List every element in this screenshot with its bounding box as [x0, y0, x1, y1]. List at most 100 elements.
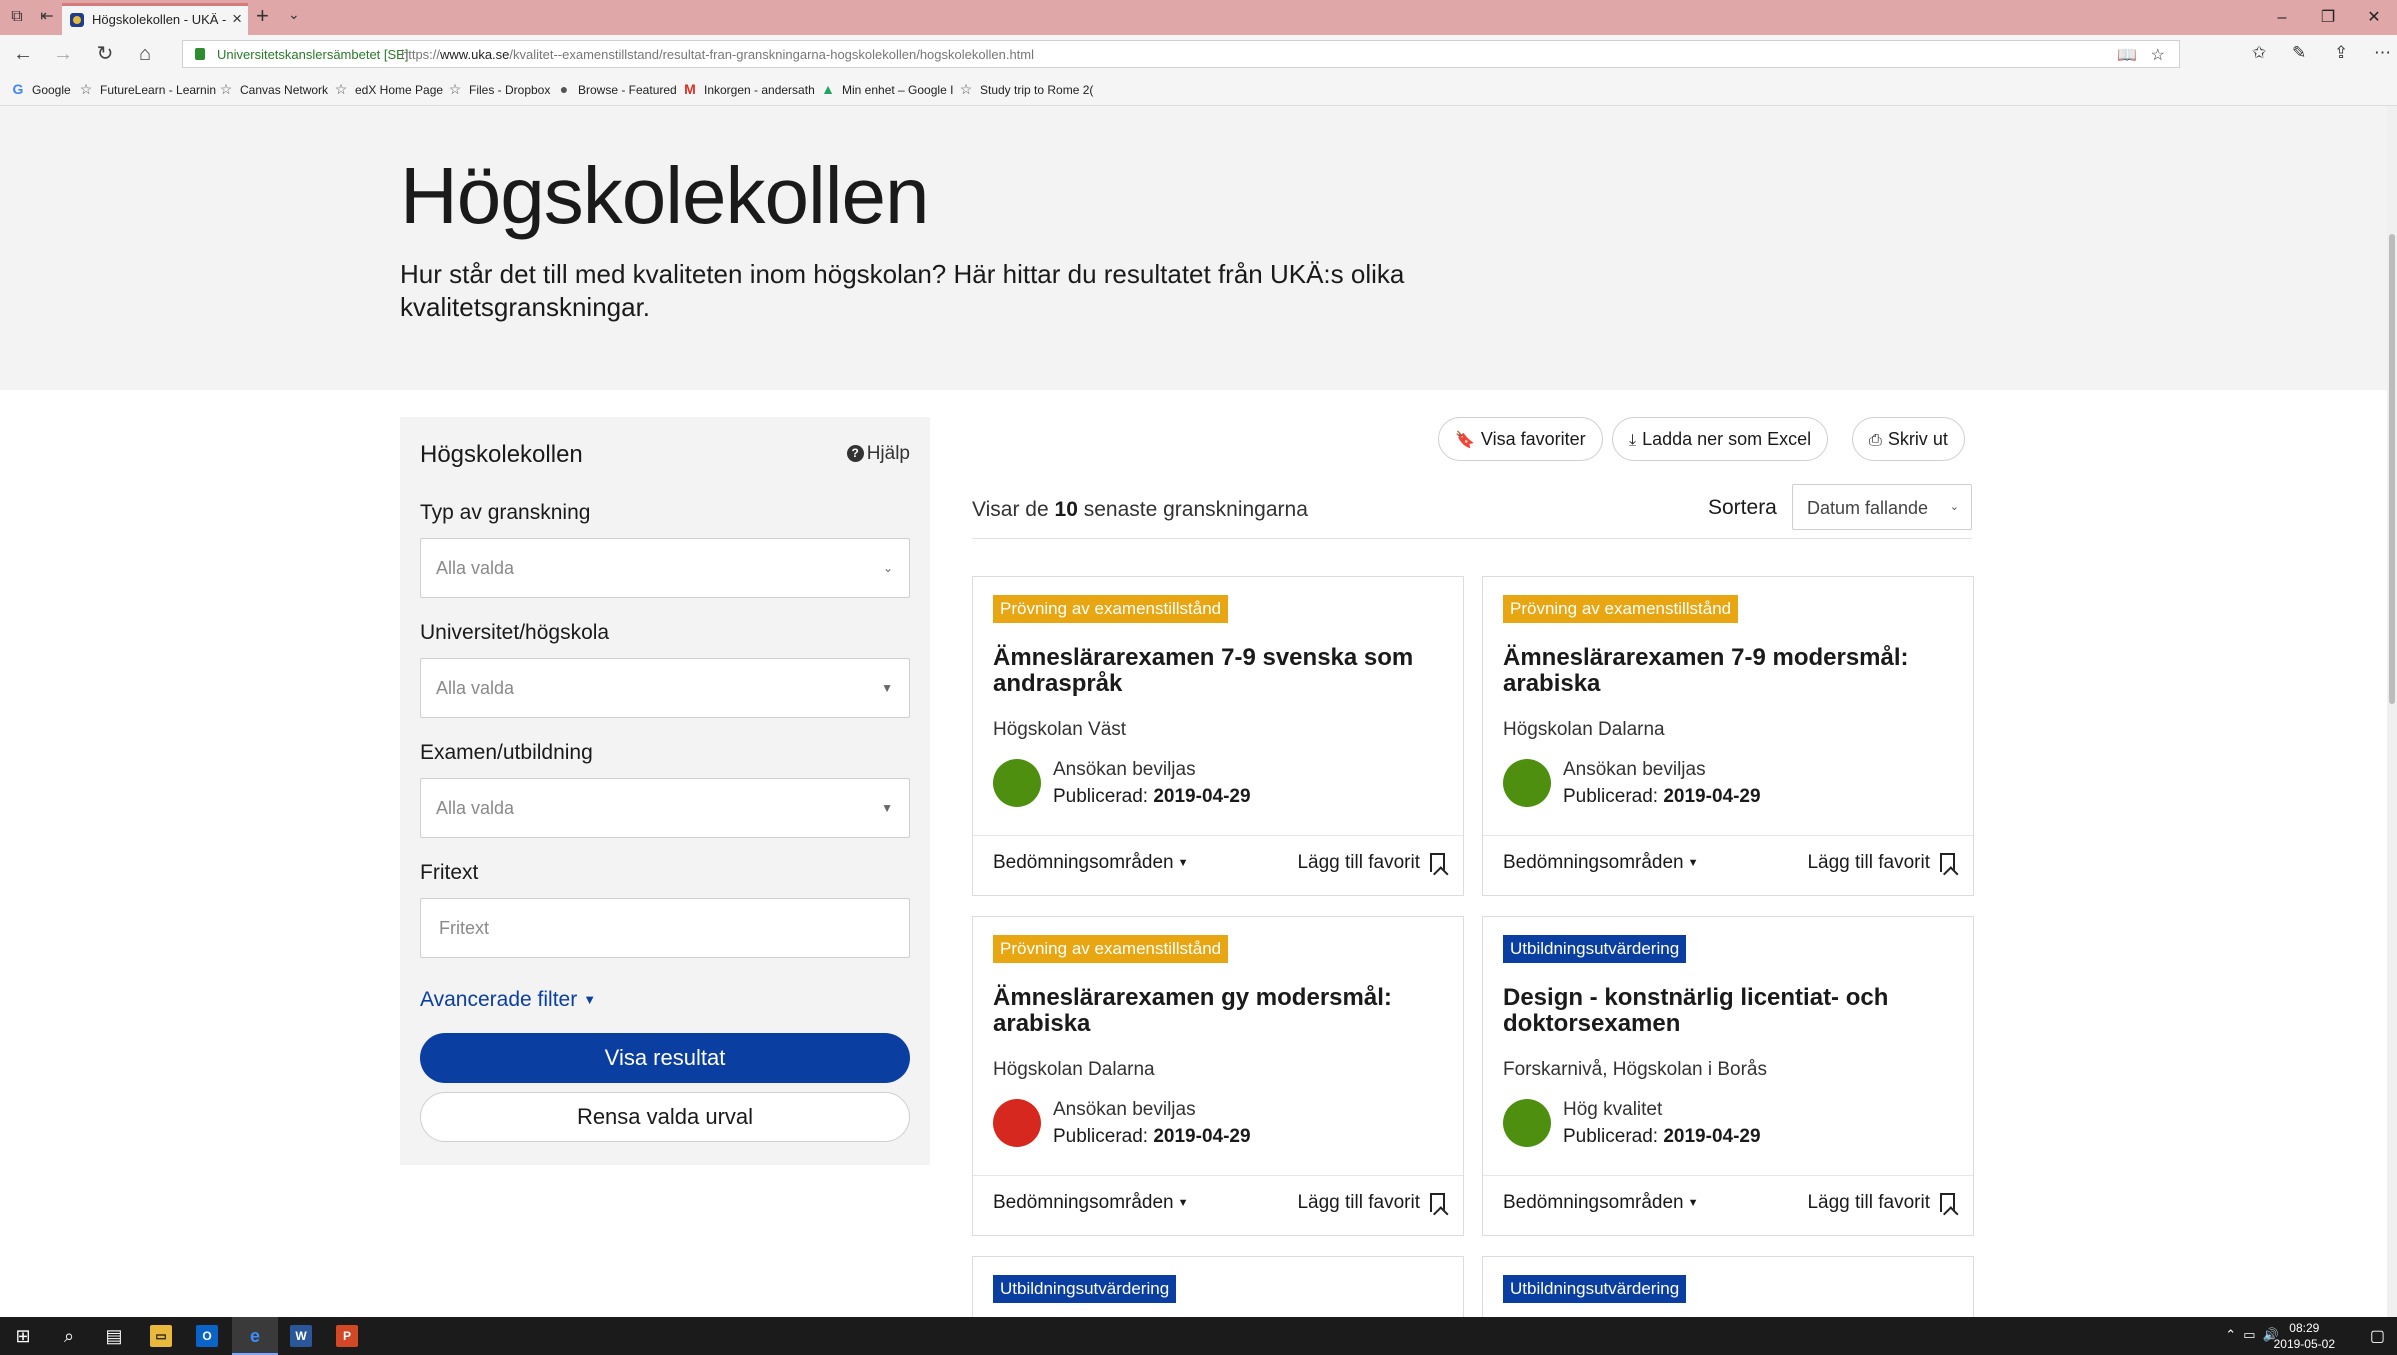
status-indicator	[993, 759, 1041, 807]
task-view-icon[interactable]: ▤	[103, 1325, 125, 1347]
show-favorites-button[interactable]: 🔖 Visa favoriter	[1438, 417, 1603, 461]
assessment-areas-toggle[interactable]: Bedömningsområden ▼	[993, 1192, 1189, 1214]
google-drive-icon: ▲	[821, 81, 835, 97]
outlook-icon[interactable]: O	[196, 1325, 218, 1347]
favorite-link[interactable]: ● Browse - Featured	[556, 81, 677, 97]
system-tray[interactable]: ⌃ ▭ 🔊	[2225, 1327, 2279, 1343]
favorite-link[interactable]: ☆ FutureLearn - Learnin	[78, 81, 216, 98]
star-icon: ☆	[334, 81, 348, 97]
card-title[interactable]: Ämneslärarexamen 7-9 svenska som andrasp…	[993, 645, 1443, 697]
refresh-icon[interactable]: ↻	[92, 41, 118, 67]
assessment-areas-toggle[interactable]: Bedömningsområden ▼	[1503, 1192, 1699, 1214]
certificate-label: Universitetskanslersämbetet [SE]	[217, 47, 409, 62]
caret-down-icon: ▼	[1177, 1197, 1189, 1209]
close-tab-icon[interactable]: ×	[232, 9, 242, 29]
degree-select[interactable]: Alla valda ▼	[420, 778, 910, 838]
bookmark-outline-icon	[1430, 1193, 1445, 1212]
card-institution: Högskolan Dalarna	[993, 1059, 1155, 1080]
forward-icon[interactable]: →	[50, 41, 76, 67]
search-icon[interactable]: ⌕	[58, 1325, 80, 1347]
favorite-link[interactable]: ☆ edX Home Page	[333, 81, 443, 98]
browser-tab-active[interactable]: Högskolekollen - UKÄ - ×	[62, 3, 248, 35]
help-link[interactable]: ? Hjälp	[846, 443, 910, 465]
assessment-areas-toggle[interactable]: Bedömningsområden ▼	[993, 852, 1189, 874]
freetext-input[interactable]	[420, 898, 910, 958]
university-select[interactable]: Alla valda ▼	[420, 658, 910, 718]
windows-taskbar: ⊞ ⌕ ▤ ▭ O e W P ⌃ ▭ 🔊 08:29 2019-05-02 ▢	[0, 1317, 2397, 1355]
close-window-icon[interactable]: ✕	[2351, 0, 2397, 35]
assessment-areas-toggle[interactable]: Bedömningsområden ▼	[1503, 852, 1699, 874]
show-results-button[interactable]: Visa resultat	[420, 1033, 910, 1083]
hero-section: Högskolekollen Hur står det till med kva…	[0, 106, 2387, 390]
home-icon[interactable]: ⌂	[132, 41, 158, 67]
address-bar[interactable]: Universitetskanslersämbetet [SE] https:/…	[182, 40, 2180, 68]
card-title[interactable]: Ämneslärarexamen 7-9 modersmål: arabiska	[1503, 645, 1953, 697]
page-scrollbar[interactable]	[2387, 106, 2397, 1317]
favorite-link[interactable]: ☆ Study trip to Rome 2(	[958, 81, 1094, 98]
result-card[interactable]: Utbildningsutvärdering Design - konstnär…	[1482, 916, 1974, 1236]
share-icon[interactable]: ⇪	[2334, 43, 2348, 63]
result-card[interactable]: Prövning av examenstillstånd Ämneslärare…	[1482, 576, 1974, 896]
scrollbar-thumb[interactable]	[2389, 234, 2395, 704]
lock-icon	[195, 48, 205, 60]
favorite-link[interactable]: ▲ Min enhet – Google I	[820, 81, 953, 97]
add-favorite-button[interactable]: Lägg till favorit	[1297, 1192, 1445, 1214]
card-title[interactable]: Design - konstnärlig licentiat- och dokt…	[1503, 985, 1953, 1037]
favorite-star-icon[interactable]: ☆	[2151, 45, 2165, 65]
review-type-badge: Prövning av examenstillstånd	[993, 595, 1229, 623]
tab-actions-icon[interactable]: ⧉	[4, 5, 30, 29]
card-divider	[973, 835, 1463, 836]
add-favorite-button[interactable]: Lägg till favorit	[1807, 1192, 1955, 1214]
filter-label-freetext: Fritext	[420, 861, 479, 884]
notes-pen-icon[interactable]: ✎	[2292, 43, 2306, 63]
notifications-icon[interactable]: ▢	[2370, 1326, 2385, 1346]
advanced-filter-toggle[interactable]: Avancerade filter ▼	[420, 988, 596, 1012]
sort-select[interactable]: Datum fallande ⌄	[1792, 484, 1972, 530]
review-type-select[interactable]: Alla valda ⌄	[420, 538, 910, 598]
windows-start-icon[interactable]: ⊞	[12, 1325, 34, 1347]
add-favorite-button[interactable]: Lägg till favorit	[1807, 852, 1955, 874]
card-published: Publicerad: 2019-04-29	[1053, 1126, 1251, 1147]
download-excel-button[interactable]: ⤓ Ladda ner som Excel	[1612, 417, 1829, 461]
question-icon: ?	[846, 445, 864, 462]
reading-view-icon[interactable]: 📖	[2117, 45, 2137, 65]
result-card[interactable]: Prövning av examenstillstånd Ämneslärare…	[972, 916, 1464, 1236]
page-title: Högskolekollen	[400, 151, 930, 240]
favorite-link[interactable]: ☆ Files - Dropbox	[447, 81, 551, 98]
star-icon: ☆	[959, 81, 973, 97]
set-aside-tabs-icon[interactable]: ⇤	[34, 5, 60, 29]
file-explorer-icon[interactable]: ▭	[150, 1325, 172, 1347]
tab-preview-chevron-icon[interactable]: ⌄	[288, 6, 300, 23]
status-indicator	[993, 1099, 1041, 1147]
chevron-down-icon: ⌄	[1949, 501, 1959, 513]
result-card[interactable]: Prövning av examenstillstånd Ämneslärare…	[972, 576, 1464, 896]
clear-selection-button[interactable]: Rensa valda urval	[420, 1092, 910, 1142]
chevron-down-icon: ⌄	[882, 561, 893, 575]
restore-icon[interactable]: ❐	[2305, 0, 2351, 35]
favorite-link[interactable]: M Inkorgen - andersath	[682, 81, 815, 97]
printer-icon: ⎙	[1869, 432, 1882, 449]
more-menu-icon[interactable]: ⋯	[2374, 43, 2391, 63]
browser-navbar: ← → ↻ ⌂ Universitetskanslersämbetet [SE]…	[0, 35, 2397, 73]
minimize-icon[interactable]: –	[2259, 0, 2305, 35]
print-button[interactable]: ⎙ Skriv ut	[1852, 417, 1965, 461]
powerpoint-icon[interactable]: P	[336, 1325, 358, 1347]
card-title[interactable]: Ämneslärarexamen gy modersmål: arabiska	[993, 985, 1443, 1037]
result-card[interactable]: Utbildningsutvärdering	[1482, 1256, 1974, 1317]
new-tab-icon[interactable]: +	[256, 3, 269, 29]
back-icon[interactable]: ←	[10, 41, 36, 67]
review-type-badge: Utbildningsutvärdering	[993, 1275, 1177, 1303]
add-favorite-button[interactable]: Lägg till favorit	[1297, 852, 1445, 874]
result-card[interactable]: Utbildningsutvärdering	[972, 1256, 1464, 1317]
favorites-hub-icon[interactable]: ✩	[2252, 43, 2266, 63]
word-icon[interactable]: W	[290, 1325, 312, 1347]
favorite-link[interactable]: G Google	[10, 81, 71, 97]
taskbar-clock[interactable]: 08:29 2019-05-02	[2274, 1320, 2335, 1352]
card-institution: Högskolan Dalarna	[1503, 719, 1665, 740]
review-type-badge: Prövning av examenstillstånd	[993, 935, 1229, 963]
caret-down-icon: ▼	[881, 801, 893, 815]
favorite-link[interactable]: ☆ Canvas Network	[218, 81, 328, 98]
edge-browser-icon[interactable]: e	[244, 1325, 266, 1347]
card-divider	[1483, 1175, 1973, 1176]
window-controls: – ❐ ✕	[2259, 0, 2397, 35]
